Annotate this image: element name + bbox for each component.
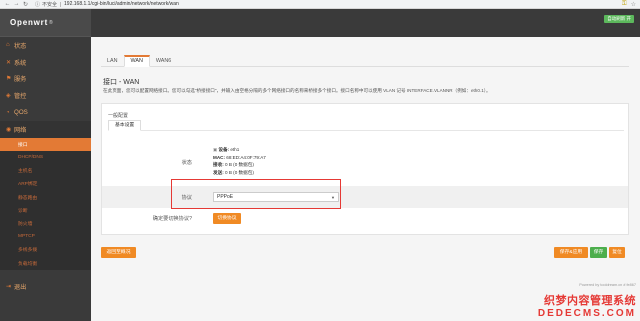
save-apply-button[interactable]: 保存&应用 <box>554 247 588 258</box>
back-to-overview-button[interactable]: 返回至概况 <box>101 247 136 258</box>
logout-icon: ⇥ <box>6 283 12 290</box>
sidebar-item-multiwan[interactable]: 多线多拨 <box>0 243 91 256</box>
watermark-en: DEDECMS.COM <box>537 308 636 319</box>
info-icon: ⓘ <box>35 1 41 8</box>
menu-qos[interactable]: ◔ QOS <box>0 104 91 121</box>
device-value: eth1 <box>230 147 240 152</box>
gauge-icon: ◔ <box>6 109 10 116</box>
rx-value: 0 B (0 数据包) <box>225 162 254 168</box>
page-description: 在此页面，您可以配置网络接口。您可以勾选"桥接接口"，并输入由空格分隔的多个网络… <box>103 88 491 93</box>
reload-icon[interactable]: ↻ <box>22 1 29 8</box>
mac-value: 68:ED:A4:0F:79:A7 <box>226 154 266 160</box>
menu-logout[interactable]: ⇥ 退出 <box>0 278 91 295</box>
config-subtabs: 基本设置 <box>108 120 624 131</box>
sidebar-item-load-balance[interactable]: 负载均衡 <box>0 256 91 269</box>
page-title: 接口 - WAN <box>103 79 140 86</box>
shield-icon: ◈ <box>6 93 11 100</box>
tab-wan6[interactable]: WAN6 <box>150 55 177 67</box>
tx-value: 0 B (0 数据包) <box>225 169 254 175</box>
menu-label: 退出 <box>14 283 27 291</box>
network-port-icon: ▣ <box>213 147 218 152</box>
flag-icon: ⚑ <box>6 76 12 83</box>
brand-name: Openwrt <box>10 18 49 27</box>
home-icon: ⌂ <box>6 42 10 49</box>
menu-system[interactable]: ✕ 系统 <box>0 54 91 71</box>
device-label: 设备: <box>218 147 230 152</box>
rx-label: 接收: <box>213 162 224 168</box>
menu-label: 服务 <box>14 76 27 84</box>
section-heading: 一般配置 <box>108 113 129 119</box>
menu-label: 系统 <box>14 59 27 67</box>
sidebar-item-hostnames[interactable]: 主机名 <box>0 164 91 177</box>
address-bar[interactable]: ⓘ 不安全 192.168.1.1/cgi-bin/luci/admin/net… <box>35 1 179 8</box>
top-header: 自动刷新 开 <box>91 9 640 37</box>
general-config-panel: 一般配置 基本设置 状态 ▣设备: eth1 MAC: 68:ED:A4:0F:… <box>101 103 629 235</box>
menu-label: QOS <box>14 109 28 117</box>
menu-control[interactable]: ◈ 管控 <box>0 87 91 104</box>
sidebar-item-static-routes[interactable]: 静态路由 <box>0 191 91 204</box>
auto-refresh-badge[interactable]: 自动刷新 开 <box>604 15 634 23</box>
sidebar-item-interfaces[interactable]: 接口 <box>0 137 91 151</box>
sidebar-item-firewall[interactable]: 防火墙 <box>0 217 91 230</box>
menu-network[interactable]: ◉ 网络 <box>0 120 91 138</box>
menu-label: 状态 <box>14 42 27 50</box>
sidebar-item-mptcp[interactable]: MPTCP <box>0 230 91 243</box>
switch-protocol-button[interactable]: 切换协议 <box>213 213 241 224</box>
brand-logo[interactable]: Openwrt ® <box>0 9 91 37</box>
status-label: 状态 <box>181 160 192 166</box>
tab-basic-settings[interactable]: 基本设置 <box>108 120 142 131</box>
menu-status[interactable]: ⌂ 状态 <box>0 37 91 54</box>
sidebar-item-dhcp-dns[interactable]: DHCP/DNS <box>0 151 91 164</box>
tab-lan[interactable]: LAN <box>101 55 124 67</box>
address-divider <box>60 1 62 7</box>
watermark-cn: 织梦内容管理系统 <box>544 295 636 307</box>
menu-services[interactable]: ⚑ 服务 <box>0 71 91 88</box>
brand-mark: ® <box>49 19 53 26</box>
wrench-icon: ✕ <box>6 59 12 66</box>
reset-button[interactable]: 复位 <box>609 247 625 258</box>
sidebar-item-arp-binding[interactable]: ARP绑定 <box>0 177 91 190</box>
main-content: LAN WAN WAN6 接口 - WAN 在此页面，您可以配置网络接口。您可以… <box>91 37 640 321</box>
forward-icon[interactable]: → <box>13 1 20 8</box>
sidebar-item-diagnostics[interactable]: 诊断 <box>0 204 91 217</box>
watermark: 织梦内容管理系统 DEDECMS.COM <box>538 292 636 319</box>
tx-label: 发送: <box>213 169 224 175</box>
switch-protocol-question: 确定要切换协议? <box>152 216 192 222</box>
bookmark-star-icon[interactable]: ☆ <box>631 1 636 8</box>
footer-powered-by: Powered by tooldream.cn # fe867 <box>579 283 636 287</box>
network-submenu: 接口 DHCP/DNS 主机名 ARP绑定 静态路由 诊断 防火墙 MPTCP … <box>0 137 91 270</box>
url-text[interactable]: 192.168.1.1/cgi-bin/luci/admin/network/n… <box>64 1 179 7</box>
globe-icon: ◉ <box>6 126 12 133</box>
interface-tabs: LAN WAN WAN6 <box>101 55 629 67</box>
key-icon[interactable]: ⚿ <box>622 1 627 8</box>
tab-wan[interactable]: WAN <box>123 55 150 67</box>
insecure-label: 不安全 <box>42 1 58 8</box>
sidebar: Openwrt ® ⌂ 状态 ✕ 系统 ⚑ 服务 ◈ 管控 ◔ QOS ◉ 网络 接口 DHC… <box>0 9 91 321</box>
menu-label: 网络 <box>14 126 27 134</box>
browser-toolbar: ← → ↻ ⓘ 不安全 192.168.1.1/cgi-bin/luci/adm… <box>0 0 640 9</box>
mac-label: MAC: <box>213 154 225 160</box>
save-button[interactable]: 保存 <box>590 247 607 258</box>
back-icon[interactable]: ← <box>4 1 11 8</box>
menu-label: 管控 <box>14 93 27 101</box>
protocol-highlight-box <box>171 179 341 209</box>
interface-status: ▣设备: eth1 MAC: 68:ED:A4:0F:79:A7 接收: 0 B… <box>213 146 266 176</box>
